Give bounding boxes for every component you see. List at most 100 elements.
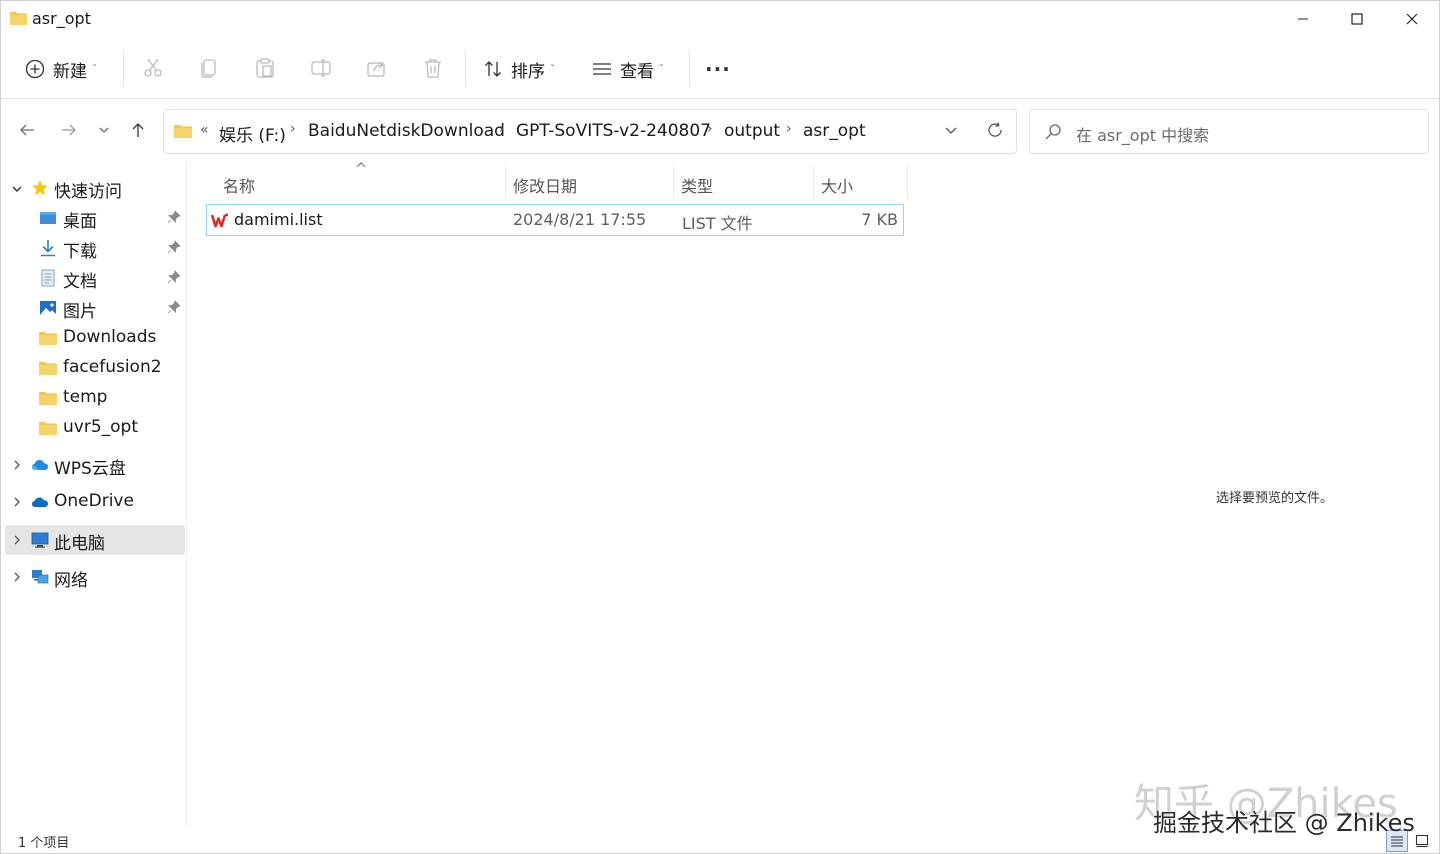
copy-button[interactable]: [196, 55, 222, 81]
view-button[interactable]: 查看 ˇ: [592, 49, 664, 89]
file-type: LIST 文件: [682, 214, 753, 233]
up-button[interactable]: [123, 115, 153, 145]
sidebar-item-quick-access[interactable]: 快速访问: [5, 173, 185, 203]
sort-icon: [485, 61, 501, 77]
file-size: 7 KB: [861, 210, 898, 229]
cut-button[interactable]: [140, 55, 166, 81]
breadcrumb-output[interactable]: output: [724, 121, 780, 141]
chevron-down-icon: [945, 127, 957, 134]
sidebar-item-downloads[interactable]: Downloads: [5, 323, 185, 353]
chevron-right-icon[interactable]: [11, 459, 23, 471]
close-icon: [1406, 13, 1418, 25]
column-header-size[interactable]: 大小: [821, 169, 906, 201]
back-button[interactable]: [12, 115, 42, 145]
search-box[interactable]: 在 asr_opt 中搜索: [1029, 109, 1429, 154]
chevron-down-icon: ˇ: [92, 63, 97, 75]
scissors-icon: [144, 58, 162, 77]
new-label: 新建: [53, 61, 87, 82]
breadcrumb-baidunetdiskdownload[interactable]: BaiduNetdiskDownload: [308, 121, 505, 141]
column-divider[interactable]: [505, 165, 506, 201]
sort-button[interactable]: 排序 ˇ: [483, 49, 555, 89]
item-count: 1 个项目: [18, 836, 70, 851]
breadcrumb-separator-icon[interactable]: ›: [290, 121, 296, 137]
folder-icon: [39, 392, 57, 405]
overflow-chevron-icon[interactable]: «: [200, 122, 209, 138]
forward-button[interactable]: [54, 115, 84, 145]
desktop-icon: [40, 212, 56, 224]
document-icon: [41, 269, 55, 287]
breadcrumb-asr-opt[interactable]: asr_opt: [803, 121, 866, 141]
explorer-window: asr_opt 新建 ˇ 排序 ˇ 查看 ˇ ··· « 娱乐 (F:) › B…: [0, 0, 1440, 854]
breadcrumb-gpt-sovits[interactable]: GPT-SoVITS-v2-240807: [516, 121, 711, 141]
sidebar-item-temp[interactable]: temp: [5, 383, 185, 413]
view-label: 查看: [620, 61, 654, 82]
column-header-name[interactable]: 名称: [223, 169, 503, 201]
refresh-button[interactable]: [986, 121, 1004, 143]
command-bar: 新建 ˇ 排序 ˇ 查看 ˇ ···: [1, 41, 1439, 99]
refresh-icon: [988, 122, 1002, 137]
folder-icon: [39, 362, 57, 375]
breadcrumb-separator-icon[interactable]: ›: [499, 121, 505, 137]
chevron-right-icon[interactable]: [11, 534, 23, 546]
onedrive-icon: [32, 497, 48, 507]
sidebar-item-documents[interactable]: 文档: [5, 263, 185, 293]
breadcrumb-separator-icon[interactable]: ›: [707, 121, 713, 137]
column-header-type[interactable]: 类型: [681, 169, 811, 201]
sidebar-label: 文档: [63, 272, 97, 292]
sidebar-label: 快速访问: [54, 182, 122, 202]
arrow-up-icon: [132, 123, 144, 137]
sidebar-label: 图片: [63, 302, 97, 322]
minimize-button[interactable]: [1275, 1, 1331, 37]
divider: [689, 51, 690, 87]
chevron-down-icon[interactable]: [11, 183, 23, 195]
pin-icon: [167, 210, 181, 224]
share-button[interactable]: [364, 55, 390, 81]
sidebar-item-downloads-cn[interactable]: 下载: [5, 233, 185, 263]
close-button[interactable]: [1384, 1, 1440, 37]
sidebar-item-this-pc[interactable]: 此电脑: [5, 525, 185, 555]
new-button[interactable]: 新建 ˇ: [25, 49, 97, 89]
breadcrumb-separator-icon[interactable]: ›: [786, 121, 792, 137]
recent-locations-button[interactable]: [89, 115, 119, 145]
table-row[interactable]: damimi.list 2024/8/21 17:55 LIST 文件 7 KB: [206, 204, 904, 236]
divider: [465, 51, 466, 87]
sidebar-label: temp: [63, 387, 108, 407]
column-divider[interactable]: [813, 165, 814, 201]
column-header-label: 大小: [821, 177, 854, 196]
column-header-modified[interactable]: 修改日期: [513, 169, 673, 201]
column-divider[interactable]: [673, 165, 674, 201]
maximize-button[interactable]: [1329, 1, 1385, 37]
sidebar-item-wps-cloud[interactable]: WPS云盘: [5, 450, 185, 480]
rename-button[interactable]: [308, 55, 334, 81]
address-history-dropdown[interactable]: [944, 122, 958, 141]
folder-icon: [174, 125, 192, 138]
wps-cloud-icon: [32, 460, 48, 470]
address-bar[interactable]: « 娱乐 (F:) › BaiduNetdiskDownload › GPT-S…: [163, 109, 1017, 154]
paste-button[interactable]: [252, 55, 278, 81]
sidebar-item-desktop[interactable]: 桌面: [5, 203, 185, 233]
column-divider[interactable]: [907, 165, 908, 201]
file-modified: 2024/8/21 17:55: [513, 210, 647, 229]
sort-ascending-icon: [356, 162, 366, 168]
chevron-right-icon[interactable]: [11, 496, 23, 508]
column-header-label: 类型: [681, 177, 714, 196]
watermark-juejin: 掘金技术社区 @ Zhikes: [1153, 809, 1415, 837]
view-list-icon: [593, 63, 611, 75]
sidebar-item-uvr5-opt[interactable]: uvr5_opt: [5, 413, 185, 443]
plus-circle-icon: [25, 59, 45, 79]
sidebar-label: uvr5_opt: [63, 417, 138, 437]
breadcrumb-drive[interactable]: 娱乐 (F:): [219, 121, 286, 146]
sidebar-item-onedrive[interactable]: OneDrive: [5, 487, 185, 517]
sidebar-label: Downloads: [63, 327, 157, 347]
more-options-button[interactable]: ···: [705, 49, 731, 89]
sidebar-item-pictures[interactable]: 图片: [5, 293, 185, 323]
sidebar-item-facefusion2[interactable]: facefusion2: [5, 353, 185, 383]
chevron-right-icon[interactable]: [11, 571, 23, 583]
arrow-left-icon: [20, 124, 34, 136]
folder-icon: [10, 12, 27, 25]
sidebar-item-network[interactable]: 网络: [5, 562, 185, 592]
delete-button[interactable]: [420, 55, 446, 81]
navigation-row: « 娱乐 (F:) › BaiduNetdiskDownload › GPT-S…: [1, 101, 1439, 161]
chevron-down-icon: ˇ: [550, 63, 555, 75]
preview-pane-message: 选择要预览的文件。: [1216, 491, 1334, 506]
